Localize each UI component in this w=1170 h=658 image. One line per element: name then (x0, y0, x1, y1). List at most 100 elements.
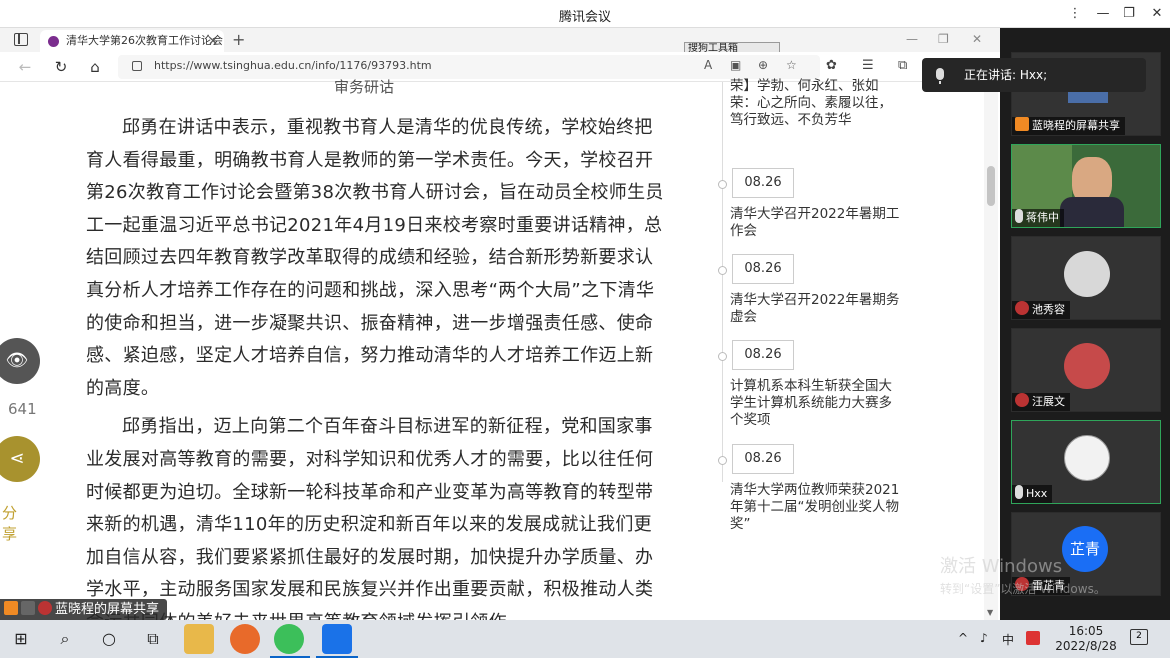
timeline-dot (718, 180, 727, 189)
share-label: 分享 (2, 504, 18, 543)
participant-name: 蒋伟中 (1012, 209, 1064, 227)
participant-tile[interactable]: 池秀容 (1011, 236, 1161, 320)
address-bar[interactable]: https://www.tsinghua.edu.cn/info/1176/93… (118, 55, 820, 79)
participant-tile[interactable]: 汪展文 (1011, 328, 1161, 412)
timeline-date: 08.26 (732, 168, 794, 198)
news-timeline: 荣】学勃、何永红、张如荣：心之所向、素履以往，笃行致远、不负芳华 08.26 清… (718, 78, 908, 620)
browser-close-icon[interactable]: ✕ (972, 32, 982, 46)
user-icon (4, 601, 18, 615)
timeline-date: 08.26 (732, 340, 794, 370)
cortana-icon[interactable]: ○ (96, 627, 122, 651)
lock-icon (132, 61, 142, 71)
timeline-date: 08.26 (732, 254, 794, 284)
timeline-title[interactable]: 清华大学召开2022年暑期工作会 (730, 206, 902, 240)
favorite-icon[interactable]: ☆ (786, 58, 797, 72)
activation-watermark: 激活 Windows 转到“设置”以激活 Windows。 (940, 552, 1106, 597)
search-icon[interactable]: ⌕ (52, 627, 78, 651)
ime-indicator[interactable]: 中 (1002, 631, 1014, 648)
url-text: https://www.tsinghua.edu.cn/info/1176/93… (154, 59, 432, 72)
timeline-dot (718, 456, 727, 465)
scroll-down-icon[interactable]: ▼ (987, 608, 993, 617)
timeline-title[interactable]: 清华大学两位教师荣获2021年第十二届“发明创业奖人物奖” (730, 482, 902, 533)
share-icon: ⋖ (9, 448, 25, 469)
watermark-line1: 激活 Windows (940, 556, 1063, 577)
browser-tab[interactable]: 清华大学第26次教育工作讨论会 ✕ (40, 30, 224, 52)
meeting-menu-icon[interactable]: ⋮ (1060, 3, 1090, 25)
close-icon[interactable]: ✕ (1142, 3, 1170, 25)
wechat-icon[interactable] (274, 624, 304, 654)
scroll-thumb[interactable] (987, 166, 995, 206)
tray-chevron-icon[interactable]: ^ (958, 631, 968, 645)
timeline-title[interactable]: 清华大学召开2022年暑期务虚会 (730, 292, 902, 326)
firefox-icon[interactable] (230, 624, 260, 654)
mic-muted-icon (1015, 393, 1029, 407)
presenter-tag: 蓝晓程的屏幕共享 (0, 599, 168, 620)
sketch-avatar (1064, 435, 1110, 481)
watermark-line2: 转到“设置”以激活 Windows。 (940, 582, 1106, 596)
participant-tile[interactable]: Hxx (1011, 420, 1161, 504)
tab-close-icon[interactable]: ✕ (208, 30, 218, 52)
participant-name: 汪展文 (1012, 393, 1070, 411)
sidebar-toggle-icon[interactable] (14, 33, 28, 46)
share-button[interactable]: ⋖ (0, 436, 40, 482)
timeline-title[interactable]: 计算机系本科生斩获全国大学生计算机系统能力大赛多个奖项 (730, 378, 902, 429)
new-tab-icon[interactable]: + (232, 30, 245, 49)
mic-icon (1015, 485, 1023, 499)
timeline-dot (718, 352, 727, 361)
zoom-icon[interactable]: ⊕ (758, 58, 768, 72)
shared-screen: 清华大学第26次教育工作讨论会 ✕ + 搜狗工具箱 — ❐ ✕ ← ↻ ⌂ ht… (0, 28, 1000, 620)
article-paragraph: 邱勇在讲话中表示，重视教书育人是清华的优良传统，学校始终把育人看得最重，明确教书… (86, 117, 664, 399)
extensions-icon[interactable]: ✿ (826, 58, 837, 73)
tencent-meeting-icon[interactable] (322, 624, 352, 654)
mic-muted-icon (38, 601, 52, 615)
mic-muted-icon (1015, 301, 1029, 315)
volume-icon[interactable]: ♪ (980, 631, 988, 645)
favorites-icon[interactable]: ☰ (862, 58, 874, 73)
restore-icon[interactable]: ❐ (1114, 3, 1144, 25)
meeting-titlebar: 腾讯会议 ⋮ — ❐ ✕ (0, 0, 1170, 28)
clock-time: 16:05 (1068, 624, 1104, 638)
timeline-line (722, 82, 723, 482)
web-page: 审务研诂 邱勇在讲话中表示，重视教书育人是清华的优良传统，学校始终把育人看得最重… (0, 78, 1000, 620)
collections-icon[interactable]: ⧉ (898, 58, 907, 73)
browser-tabstrip: 清华大学第26次教育工作讨论会 ✕ + 搜狗工具箱 — ❐ ✕ (0, 28, 1000, 56)
article-body: 邱勇在讲话中表示，重视教书育人是清华的优良传统，学校始终把育人看得最重，明确教书… (86, 112, 670, 620)
input-tool-icon[interactable] (1026, 631, 1040, 645)
participant-video-body (1060, 197, 1124, 227)
file-explorer-icon[interactable] (184, 624, 214, 654)
tab-title: 清华大学第26次教育工作讨论会 (66, 34, 223, 47)
notification-icon[interactable]: 2 (1130, 629, 1148, 645)
participant-name: 池秀容 (1012, 301, 1070, 319)
taskbar: ⊞ ⌕ ○ ⧉ ^ ♪ 中 16:05 2022/8/28 2 (0, 620, 1170, 658)
eye-icon: 👁 (5, 350, 29, 371)
home-icon[interactable]: ⌂ (84, 57, 106, 77)
task-view-icon[interactable]: ⧉ (140, 627, 166, 651)
views-button[interactable]: 👁 (0, 338, 40, 384)
presenter-name: 蓝晓程的屏幕共享 (55, 602, 160, 617)
page-scrollbar[interactable]: ▲ ▼ (984, 82, 998, 620)
default-avatar-icon (1064, 251, 1110, 297)
speaking-label: 正在讲话: Hxx; (964, 68, 1048, 82)
read-aloud-icon[interactable]: A (704, 58, 712, 72)
clock[interactable]: 16:05 2022/8/28 (1054, 624, 1118, 654)
browser-restore-icon[interactable]: ❐ (938, 32, 949, 46)
tsinghua-favicon-icon (48, 36, 59, 47)
back-icon[interactable]: ← (14, 57, 36, 77)
screen: 腾讯会议 ⋮ — ❐ ✕ 清华大学第26次教育工作讨论会 ✕ + 搜狗工具箱 —… (0, 0, 1170, 658)
participant-tile[interactable]: 蒋伟中 (1011, 144, 1161, 228)
photo-avatar (1064, 343, 1110, 389)
screen-share-icon (21, 601, 35, 615)
participant-name: Hxx (1012, 485, 1053, 503)
speaking-indicator: 正在讲话: Hxx; (922, 58, 1146, 92)
meeting-title: 腾讯会议 (558, 10, 611, 25)
timeline-top-text[interactable]: 荣】学勃、何永红、张如荣：心之所向、素履以往，笃行致远、不负芳华 (730, 78, 900, 129)
refresh-icon[interactable]: ↻ (50, 57, 72, 77)
app-icon[interactable]: ▣ (730, 58, 741, 72)
start-icon[interactable]: ⊞ (8, 627, 34, 651)
browser-minimize-icon[interactable]: — (906, 32, 918, 46)
participant-name: 蓝晓程的屏幕共享 (1012, 117, 1125, 135)
partial-heading: 审务研诂 (334, 78, 395, 96)
timeline-date: 08.26 (732, 444, 794, 474)
view-count: 641 (8, 400, 37, 418)
clock-date: 2022/8/28 (1055, 639, 1117, 653)
